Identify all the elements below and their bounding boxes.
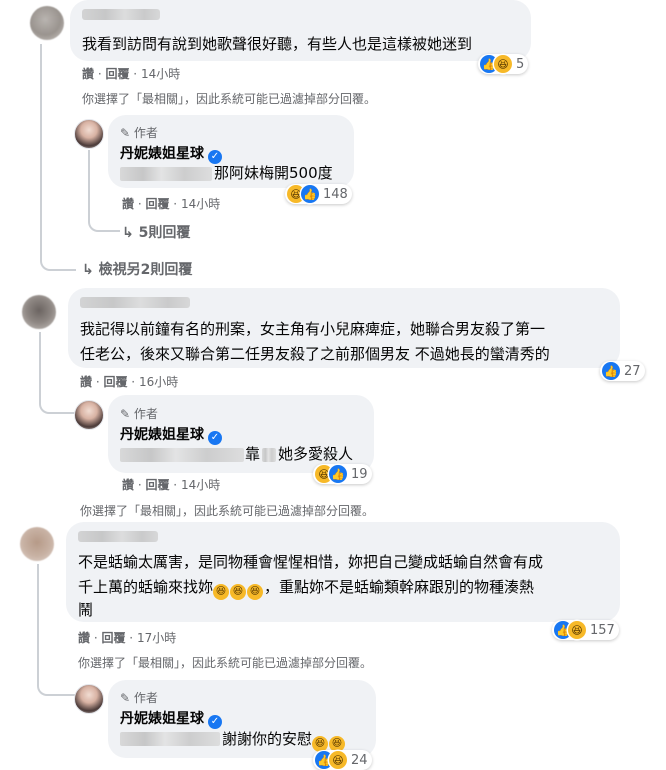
author-name[interactable]: 丹妮婊姐星球 ✓ (120, 143, 222, 164)
commenter-avatar[interactable] (22, 295, 56, 329)
reply-action[interactable]: 回覆 (145, 197, 169, 211)
redacted-text (262, 448, 276, 462)
pencil-icon: ✎ (120, 691, 131, 705)
haha-icon: 😆 (568, 621, 586, 639)
author-name[interactable]: 丹妮婊姐星球 ✓ (120, 424, 222, 445)
thread-line (39, 332, 75, 414)
reaction-summary[interactable]: 👍 27 (600, 361, 645, 381)
comment-text-line: 鬧 (78, 601, 94, 619)
laughing-emoji-icon: 😆 (230, 584, 247, 600)
more-replies-link[interactable]: ↳ 5則回覆 (122, 222, 190, 242)
like-icon: 👍 (301, 185, 319, 203)
reply-actions: 讚 · 回覆 · 14小時 (122, 478, 221, 492)
thread-line (42, 44, 74, 129)
filter-note: 你選擇了「最相關」，因此系統可能已過濾掉部分回覆。 (78, 656, 373, 670)
author-badge: ✎ 作者 (120, 126, 158, 140)
thread-line (37, 564, 75, 696)
comment-actions: 讚 · 回覆 · 17小時 (78, 631, 177, 645)
reaction-count: 24 (351, 752, 368, 768)
reaction-summary[interactable]: 👍 😆 24 (313, 750, 372, 770)
haha-icon: 😆 (494, 55, 512, 73)
filter-note: 你選擇了「最相關」，因此系統可能已過濾掉部分回覆。 (80, 504, 375, 518)
reaction-summary[interactable]: 👍 😆 157 (552, 620, 619, 640)
comment-actions: 讚 · 回覆 · 14小時 (82, 67, 181, 81)
comment-text-line: 不是蛞蝓太厲害，是同物種會惺惺相惜，妳把自己變成蛞蝓自然會有成 (78, 553, 544, 571)
author-badge: ✎ 作者 (120, 691, 158, 705)
commenter-name[interactable] (78, 531, 158, 542)
like-icon: 👍 (602, 362, 620, 380)
like-action[interactable]: 讚 (122, 478, 134, 492)
timestamp[interactable]: 16小時 (139, 375, 178, 389)
redacted-text (120, 448, 244, 462)
commenter-avatar[interactable] (30, 6, 64, 40)
like-action[interactable]: 讚 (122, 197, 134, 211)
view-more-replies-link[interactable]: ↳ 檢視另2則回覆 (82, 259, 192, 279)
commenter-name[interactable] (82, 9, 160, 20)
pencil-icon: ✎ (120, 407, 131, 421)
reply-action[interactable]: 回覆 (145, 478, 169, 492)
reply-text: 她多愛殺人 (278, 445, 354, 463)
author-avatar[interactable] (74, 684, 104, 714)
reaction-count: 5 (516, 56, 525, 72)
comment-text-line: 我記得以前鐘有名的刑案，女主角有小兒麻痺症，她聯合男友殺了第一 (80, 320, 546, 338)
author-badge: ✎ 作者 (120, 407, 158, 421)
comment-text-line: 千上萬的蛞蝓來找妳 😆 😆 😆 ，重點妳不是蛞蝓類幹麻跟別的物種湊熱 (78, 575, 534, 600)
comment-text: 我看到訪問有說到她歌聲很好聽，有些人也是這樣被她迷到 (82, 35, 473, 53)
reply-action[interactable]: 回覆 (105, 67, 129, 81)
like-icon: 👍 (329, 465, 347, 483)
reply-text: 那阿妹梅開500度 (214, 164, 333, 182)
pencil-icon: ✎ (120, 126, 131, 140)
reaction-summary[interactable]: 😆 👍 19 (313, 464, 372, 484)
reply-arrow-icon: ↳ (122, 225, 134, 241)
laughing-emoji-icon: 😆 (213, 584, 230, 600)
reply-actions: 讚 · 回覆 · 14小時 (122, 197, 221, 211)
reply-action[interactable]: 回覆 (103, 375, 127, 389)
verified-icon: ✓ (208, 714, 222, 729)
reaction-count: 27 (624, 363, 641, 379)
redacted-text (120, 167, 212, 181)
reply-text: 謝謝你的安慰 😆 😆 (222, 727, 346, 752)
like-action[interactable]: 讚 (82, 67, 94, 81)
comment-text-line: 任老公，後來又聯合第二任男友殺了之前那個男友 不過她長的蠻清秀的 (80, 345, 550, 363)
like-action[interactable]: 讚 (78, 631, 90, 645)
thread-line (88, 150, 120, 232)
verified-icon: ✓ (208, 430, 222, 445)
reply-action[interactable]: 回覆 (101, 631, 125, 645)
filter-note: 你選擇了「最相關」，因此系統可能已過濾掉部分回覆。 (82, 92, 377, 106)
reaction-count: 157 (590, 622, 615, 638)
commenter-name[interactable] (80, 297, 190, 308)
author-avatar[interactable] (74, 119, 104, 149)
haha-icon: 😆 (329, 751, 347, 769)
reply-arrow-icon: ↳ (82, 262, 94, 278)
reaction-summary[interactable]: 😆 👍 148 (285, 184, 352, 204)
reply-text: 靠 (245, 445, 261, 463)
comment-actions: 讚 · 回覆 · 16小時 (80, 375, 179, 389)
timestamp[interactable]: 14小時 (181, 197, 220, 211)
reaction-count: 148 (323, 186, 348, 202)
author-name[interactable]: 丹妮婊姐星球 ✓ (120, 708, 222, 729)
timestamp[interactable]: 17小時 (137, 631, 176, 645)
timestamp[interactable]: 14小時 (181, 478, 220, 492)
commenter-avatar[interactable] (20, 527, 54, 561)
timestamp[interactable]: 14小時 (141, 67, 180, 81)
author-avatar[interactable] (74, 400, 104, 430)
reaction-count: 19 (351, 466, 368, 482)
like-action[interactable]: 讚 (80, 375, 92, 389)
reaction-summary[interactable]: 👍 😆 5 (478, 54, 529, 74)
laughing-emoji-icon: 😆 (247, 584, 264, 600)
redacted-text (120, 732, 220, 746)
